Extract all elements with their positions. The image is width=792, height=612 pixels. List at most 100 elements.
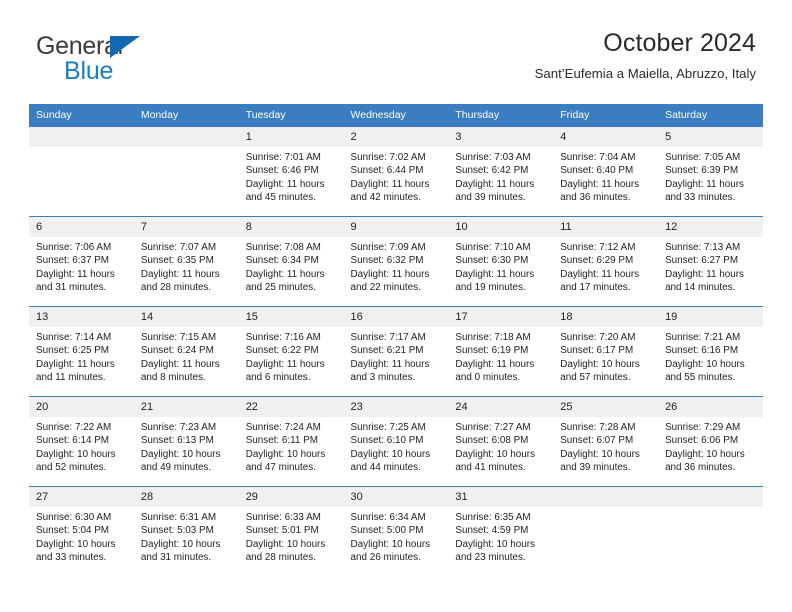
sunset-text: Sunset: 6:21 PM	[350, 345, 424, 357]
day-cell: 8 Sunrise: 7:08 AM Sunset: 6:34 PM Daylight…	[238, 217, 344, 306]
sunrise-text: Sunrise: 7:21 AM	[665, 332, 741, 343]
calendar-cell-day[interactable]: 1 Sunrise: 7:01 AM Sunset: 6:46 PM Daylight…	[238, 127, 344, 217]
calendar-cell-day[interactable]: 9 Sunrise: 7:09 AM Sunset: 6:32 PM Daylight…	[343, 216, 449, 307]
logo-triangle-icon	[110, 36, 140, 58]
calendar-cell-day[interactable]: 21 Sunrise: 7:23 AM Sunset: 6:13 PM Dayligh…	[133, 396, 239, 487]
day-number: 16	[343, 307, 449, 327]
sunrise-text: Sunrise: 6:33 AM	[245, 512, 321, 523]
sunset-text: Sunset: 6:34 PM	[245, 255, 319, 267]
day-number: 5	[658, 127, 763, 147]
daylight-text: Daylight: 11 hours and 11 minutes.	[36, 358, 115, 384]
day-number: 7	[133, 217, 239, 237]
sunrise-text: Sunrise: 6:35 AM	[455, 512, 531, 523]
daylight-text: Daylight: 10 hours and 31 minutes.	[140, 538, 221, 564]
sunset-text: Sunset: 6:37 PM	[36, 255, 110, 267]
sunrise-text: Sunrise: 7:10 AM	[455, 242, 531, 253]
day-cell: 21 Sunrise: 7:23 AM Sunset: 6:13 PM Dayligh…	[133, 397, 239, 486]
calendar-cell-day[interactable]: 28 Sunrise: 6:31 AM Sunset: 5:03 PM Dayligh…	[133, 486, 239, 576]
day-number: 9	[343, 217, 449, 237]
sunset-text: Sunset: 6:22 PM	[245, 345, 319, 357]
daylight-text: Daylight: 11 hours and 36 minutes.	[560, 178, 640, 204]
calendar-cell-day[interactable]: 2 Sunrise: 7:02 AM Sunset: 6:44 PM Daylight…	[343, 127, 449, 217]
daylight-text: Daylight: 10 hours and 33 minutes.	[36, 538, 116, 564]
sunset-text: Sunset: 6:07 PM	[560, 435, 634, 447]
daylight-text: Daylight: 11 hours and 31 minutes.	[36, 268, 115, 294]
day-number: 24	[448, 397, 554, 417]
calendar-cell-day[interactable]: 6 Sunrise: 7:06 AM Sunset: 6:37 PM Daylight…	[29, 216, 134, 307]
calendar-cell-day[interactable]: 30 Sunrise: 6:34 AM Sunset: 5:00 PM Dayligh…	[343, 486, 449, 576]
daylight-text: Daylight: 10 hours and 49 minutes.	[140, 448, 221, 474]
day-number	[553, 487, 659, 507]
calendar-cell-day[interactable]: 19 Sunrise: 7:21 AM Sunset: 6:16 PM Dayligh…	[658, 306, 763, 397]
sun-info: Sunrise: 7:20 AM Sunset: 6:17 PM Daylight:…	[553, 327, 658, 385]
calendar-cell-day[interactable]: 12 Sunrise: 7:13 AM Sunset: 6:27 PM Dayligh…	[658, 216, 763, 307]
calendar-cell-day[interactable]: 4 Sunrise: 7:04 AM Sunset: 6:40 PM Daylight…	[553, 127, 659, 217]
sunset-text: Sunset: 6:11 PM	[245, 435, 318, 447]
calendar-cell-day[interactable]: 7 Sunrise: 7:07 AM Sunset: 6:35 PM Daylight…	[133, 216, 239, 307]
sunrise-text: Sunrise: 6:30 AM	[36, 512, 112, 523]
day-number: 17	[448, 307, 554, 327]
calendar-cell-day[interactable]: 17 Sunrise: 7:18 AM Sunset: 6:19 PM Dayligh…	[448, 306, 554, 397]
calendar-cell-day[interactable]: 3 Sunrise: 7:03 AM Sunset: 6:42 PM Daylight…	[448, 127, 554, 217]
sunrise-text: Sunrise: 7:20 AM	[560, 332, 636, 343]
sun-info: Sunrise: 6:33 AM Sunset: 5:01 PM Daylight:…	[239, 507, 344, 565]
day-cell: 10 Sunrise: 7:10 AM Sunset: 6:30 PM Dayligh…	[448, 217, 554, 306]
day-cell	[658, 487, 763, 576]
calendar-cell-day[interactable]: 23 Sunrise: 7:25 AM Sunset: 6:10 PM Dayligh…	[343, 396, 449, 487]
sunset-text: Sunset: 5:04 PM	[36, 525, 110, 537]
day-cell: 7 Sunrise: 7:07 AM Sunset: 6:35 PM Daylight…	[133, 217, 239, 306]
calendar-cell-day[interactable]: 24 Sunrise: 7:27 AM Sunset: 6:08 PM Dayligh…	[448, 396, 554, 487]
calendar-cell-day[interactable]: 31 Sunrise: 6:35 AM Sunset: 4:59 PM Dayligh…	[448, 486, 554, 576]
daylight-text: Daylight: 10 hours and 47 minutes.	[245, 448, 326, 474]
calendar-cell-day[interactable]: 15 Sunrise: 7:16 AM Sunset: 6:22 PM Dayligh…	[238, 306, 344, 397]
day-number: 3	[448, 127, 554, 147]
daylight-text: Daylight: 10 hours and 39 minutes.	[560, 448, 640, 474]
calendar-cell-empty	[29, 127, 134, 217]
calendar-cell-day[interactable]: 18 Sunrise: 7:20 AM Sunset: 6:17 PM Dayligh…	[553, 306, 659, 397]
sunset-text: Sunset: 6:10 PM	[350, 435, 424, 447]
calendar-cell-day[interactable]: 29 Sunrise: 6:33 AM Sunset: 5:01 PM Dayligh…	[238, 486, 344, 576]
day-number: 20	[29, 397, 134, 417]
day-cell: 25 Sunrise: 7:28 AM Sunset: 6:07 PM Dayligh…	[553, 397, 659, 486]
calendar-cell-day[interactable]: 5 Sunrise: 7:05 AM Sunset: 6:39 PM Daylight…	[658, 127, 763, 217]
day-cell: 11 Sunrise: 7:12 AM Sunset: 6:29 PM Dayligh…	[553, 217, 659, 306]
daylight-text: Daylight: 11 hours and 17 minutes.	[560, 268, 640, 294]
daylight-text: Daylight: 10 hours and 28 minutes.	[245, 538, 326, 564]
day-number: 14	[133, 307, 239, 327]
day-number: 13	[29, 307, 134, 327]
sunrise-text: Sunrise: 7:22 AM	[36, 422, 112, 433]
sunrise-text: Sunrise: 7:06 AM	[36, 242, 112, 253]
day-number: 22	[238, 397, 344, 417]
calendar-cell-day[interactable]: 27 Sunrise: 6:30 AM Sunset: 5:04 PM Dayligh…	[29, 486, 134, 576]
sun-info: Sunrise: 7:28 AM Sunset: 6:07 PM Daylight:…	[553, 417, 658, 475]
daylight-text: Daylight: 11 hours and 3 minutes.	[350, 358, 430, 384]
calendar-cell-day[interactable]: 20 Sunrise: 7:22 AM Sunset: 6:14 PM Dayligh…	[29, 396, 134, 487]
sun-info: Sunrise: 6:35 AM Sunset: 4:59 PM Daylight:…	[448, 507, 553, 565]
calendar-cell-empty	[658, 486, 763, 576]
sun-info: Sunrise: 7:05 AM Sunset: 6:39 PM Daylight:…	[658, 147, 763, 205]
calendar-cell-day[interactable]: 13 Sunrise: 7:14 AM Sunset: 6:25 PM Dayligh…	[29, 306, 134, 397]
calendar-page: General Blue October 2024 Sant’Eufemia a…	[0, 0, 792, 612]
calendar-cell-day[interactable]: 26 Sunrise: 7:29 AM Sunset: 6:06 PM Dayligh…	[658, 396, 763, 487]
day-cell: 22 Sunrise: 7:24 AM Sunset: 6:11 PM Dayligh…	[238, 397, 344, 486]
calendar-cell-day[interactable]: 10 Sunrise: 7:10 AM Sunset: 6:30 PM Dayligh…	[448, 216, 554, 307]
day-number: 27	[29, 487, 134, 507]
calendar-cell-day[interactable]: 25 Sunrise: 7:28 AM Sunset: 6:07 PM Dayligh…	[553, 396, 659, 487]
day-number: 10	[448, 217, 554, 237]
sun-info: Sunrise: 7:25 AM Sunset: 6:10 PM Daylight:…	[344, 417, 449, 475]
daylight-text: Daylight: 11 hours and 45 minutes.	[245, 178, 325, 204]
calendar-cell-day[interactable]: 14 Sunrise: 7:15 AM Sunset: 6:24 PM Dayligh…	[133, 306, 239, 397]
day-cell: 20 Sunrise: 7:22 AM Sunset: 6:14 PM Dayligh…	[29, 397, 134, 486]
sunset-text: Sunset: 6:08 PM	[455, 435, 529, 447]
calendar-cell-day[interactable]: 8 Sunrise: 7:08 AM Sunset: 6:34 PM Daylight…	[238, 216, 344, 307]
day-cell: 6 Sunrise: 7:06 AM Sunset: 6:37 PM Daylight…	[29, 217, 134, 306]
day-number: 23	[343, 397, 449, 417]
calendar-cell-day[interactable]: 16 Sunrise: 7:17 AM Sunset: 6:21 PM Dayligh…	[343, 306, 449, 397]
sun-info: Sunrise: 7:08 AM Sunset: 6:34 PM Daylight:…	[239, 237, 344, 295]
day-cell: 27 Sunrise: 6:30 AM Sunset: 5:04 PM Dayligh…	[29, 487, 134, 576]
sun-info: Sunrise: 7:07 AM Sunset: 6:35 PM Daylight:…	[134, 237, 239, 295]
day-cell: 31 Sunrise: 6:35 AM Sunset: 4:59 PM Dayligh…	[448, 487, 554, 576]
daylight-text: Daylight: 10 hours and 41 minutes.	[455, 448, 535, 474]
calendar-cell-day[interactable]: 11 Sunrise: 7:12 AM Sunset: 6:29 PM Dayligh…	[553, 216, 659, 307]
calendar-cell-day[interactable]: 22 Sunrise: 7:24 AM Sunset: 6:11 PM Dayligh…	[238, 396, 344, 487]
